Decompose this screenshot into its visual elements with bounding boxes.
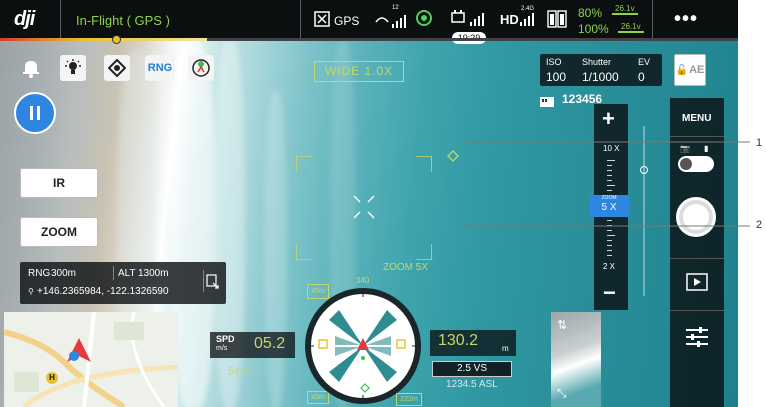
divider [670,258,724,259]
callout-2: 2 [756,219,763,231]
iso-caption: ISO [546,57,562,67]
bell-icon[interactable] [20,57,42,84]
zoom-tick [607,235,615,236]
shutter-value: 1/1000 [582,70,619,84]
secondary-view[interactable]: ⇅ ⤡ [551,312,601,407]
pause-button[interactable] [14,92,56,134]
flight-progress-fill [0,38,207,41]
zoom-reticle [296,156,432,260]
rng-caption: RNG [28,268,51,279]
callout-lines [460,141,750,227]
zoom-tick [607,255,612,256]
alt-value: 1300m [138,268,169,279]
alt-caption: ALT [118,268,136,279]
more-options-icon[interactable]: ••• [674,8,698,31]
laser-range-panel: RNG 300m ALT 1300m ⚲ +146.2365984, -122.… [20,262,226,304]
divider [300,0,301,38]
obstacle-sensing-icon[interactable] [415,9,433,30]
zoom-out-button[interactable]: − [603,280,616,306]
swap-view-icon[interactable]: ⇅ [557,318,567,332]
camera-mode-label[interactable]: WIDE 1.0X [314,61,404,82]
ev-caption: EV [638,57,651,67]
flight-status[interactable]: In-Flight ( GPS ) [76,13,170,28]
zoom-in-button[interactable]: + [602,106,615,132]
hd-signal-icon [519,12,535,29]
home-point-marker [112,35,121,44]
radar-icon[interactable] [188,55,214,81]
alt-value: 130.2 [438,332,479,349]
svg-text:N: N [377,297,383,306]
asl-altitude: 1234.5 ASL [446,379,498,390]
shutter-caption: Shutter [582,57,612,67]
target-icon[interactable] [104,55,130,81]
battery-percent-1: 80% [578,6,603,20]
hd-label: HD [500,12,519,27]
battery-voltage-2: 26.1v [618,22,644,33]
divider [113,266,114,280]
ae-lock-button[interactable]: 🔓 AE [674,54,706,86]
expand-icon[interactable]: ⤡ [557,386,567,401]
compass-attitude-indicator: N [305,288,421,404]
zoom-tick [607,245,612,246]
exposure-panel[interactable]: ISO 100 Shutter 1/1000 EV 0 [540,54,662,86]
alt-unit: m [502,344,509,353]
zoom-button[interactable]: ZOOM [20,217,98,247]
altitude-panel: 130.2 m [430,330,516,356]
spd-value: 05.2 [254,335,286,352]
menu-button[interactable]: MENU [682,113,711,124]
speed-panel: SPD m/s 05.2 [210,332,295,358]
sd-card-icon [540,94,554,112]
zoom-tick [607,240,612,241]
ae-label: AE [689,64,705,76]
iso-value: 100 [546,70,567,84]
aircraft-icon [64,336,94,371]
battery-percent-2: 100% [578,22,609,36]
zoom-tick [607,230,612,231]
callout-1: 1 [756,137,763,149]
controller-signal-icon [450,8,490,31]
lock-icon: 🔓 [675,64,689,76]
divider [670,310,724,311]
rng-value: 300m [51,268,77,279]
divider [652,0,653,38]
zoom-min-label: 2 X [603,262,616,271]
satellite-icon [314,11,330,30]
remote-signal-icon [374,10,408,33]
surf-foam [265,90,287,407]
location-pin-icon: ⚲ [28,287,34,296]
mini-map[interactable]: H [4,312,178,407]
spd-unit: m/s [216,345,228,352]
settings-sliders-icon[interactable] [685,326,709,353]
coordinates: +146.2365984, -122.1326590 [37,286,169,297]
horizontal-speed: 54.0 [228,366,248,377]
ir-button[interactable]: IR [20,168,98,198]
status-bar: dji In-Flight ( GPS ) GPS 12 19:29 HD 2.… [0,0,738,44]
divider [60,0,61,38]
gps-label: GPS [334,14,360,28]
dji-logo[interactable]: dji [14,8,35,31]
ev-value: 0 [638,70,645,84]
home-icon: H [46,372,58,384]
light-icon[interactable] [60,55,86,81]
gps-sat-count: 12 [392,5,399,11]
compass-heading: 340 [356,276,370,285]
rng-button[interactable]: RNG [145,55,175,81]
copy-icon[interactable] [206,274,220,295]
reticle-zoom-label: ZOOM 5X [383,262,429,273]
zoom-tick [607,250,612,251]
battery-icon [546,8,568,33]
battery-voltage-1: 26.1v [612,4,638,15]
vertical-speed: 2.5 VS [432,361,512,377]
spd-caption: SPD [216,334,235,344]
playback-icon[interactable] [686,273,708,296]
